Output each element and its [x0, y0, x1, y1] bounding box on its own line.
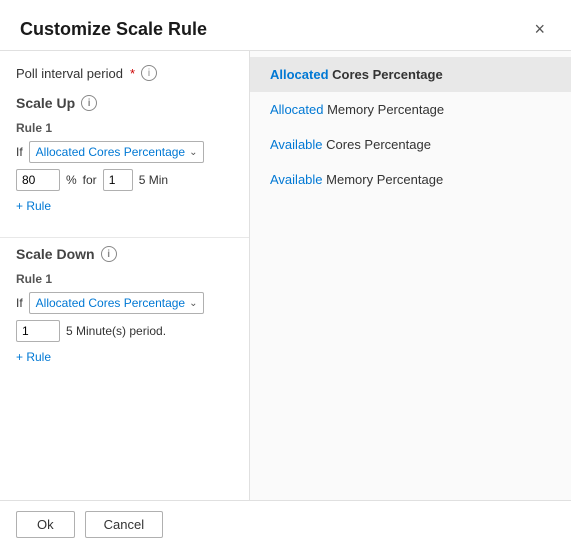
- scale-up-value-input[interactable]: [16, 169, 60, 191]
- scale-up-dropdown-value: Allocated Cores Percentage: [36, 145, 185, 159]
- poll-interval-label: Poll interval period: [16, 66, 123, 81]
- left-panel: Poll interval period * i Scale Up i Rule…: [0, 51, 250, 500]
- scale-up-dropdown[interactable]: Allocated Cores Percentage ⌄: [29, 141, 205, 163]
- scale-down-if-label: If: [16, 296, 23, 310]
- option-highlight: Available: [270, 137, 323, 152]
- dropdown-option-available-cores[interactable]: Available Cores Percentage: [250, 127, 571, 162]
- dropdown-option-available-memory[interactable]: Available Memory Percentage: [250, 162, 571, 197]
- scale-up-if-label: If: [16, 145, 23, 159]
- scale-up-dropdown-chevron: ⌄: [189, 147, 197, 158]
- scale-up-pct-label: %: [66, 173, 77, 187]
- scale-up-title: Scale Up i: [16, 95, 233, 111]
- scale-down-rule1-row: If Allocated Cores Percentage ⌄: [16, 292, 233, 314]
- poll-interval-info-icon: i: [141, 65, 157, 81]
- dialog-header: Customize Scale Rule ×: [0, 0, 571, 51]
- scale-up-add-rule-button[interactable]: + Rule: [16, 199, 51, 213]
- scale-down-dropdown-chevron: ⌄: [189, 298, 197, 309]
- option-highlight: Available: [270, 172, 323, 187]
- scale-up-section: Scale Up i Rule 1 If Allocated Cores Per…: [0, 95, 249, 229]
- scale-up-input-row: % for 5 Min: [16, 169, 233, 191]
- right-panel: Allocated Cores PercentageAllocated Memo…: [250, 51, 571, 500]
- scale-up-info-icon: i: [81, 95, 97, 111]
- dropdown-option-allocated-memory[interactable]: Allocated Memory Percentage: [250, 92, 571, 127]
- option-highlight: Allocated: [270, 67, 329, 82]
- dialog-title: Customize Scale Rule: [20, 19, 207, 40]
- scale-down-add-rule-button[interactable]: + Rule: [16, 350, 51, 364]
- scale-down-value-input[interactable]: [16, 320, 60, 342]
- scale-up-rule1-label: Rule 1: [16, 121, 233, 135]
- scale-down-period-label: 5 Minute(s) period.: [66, 324, 166, 338]
- ok-button[interactable]: Ok: [16, 511, 75, 538]
- dropdown-options-list: Allocated Cores PercentageAllocated Memo…: [250, 51, 571, 203]
- scale-down-info-icon: i: [101, 246, 117, 262]
- scale-down-section: Scale Down i Rule 1 If Allocated Cores P…: [0, 246, 249, 380]
- scale-down-input-row: 5 Minute(s) period.: [16, 320, 233, 342]
- option-highlight: Allocated: [270, 102, 323, 117]
- poll-interval-row: Poll interval period * i: [0, 65, 249, 95]
- scale-up-min-label: 5 Min: [139, 173, 168, 187]
- dialog-body: Poll interval period * i Scale Up i Rule…: [0, 51, 571, 500]
- dropdown-option-allocated-cores[interactable]: Allocated Cores Percentage: [250, 57, 571, 92]
- scale-down-dropdown[interactable]: Allocated Cores Percentage ⌄: [29, 292, 205, 314]
- scale-up-for-label: for: [83, 173, 97, 187]
- scale-down-title: Scale Down i: [16, 246, 233, 262]
- scale-down-dropdown-value: Allocated Cores Percentage: [36, 296, 185, 310]
- cancel-button[interactable]: Cancel: [85, 511, 163, 538]
- required-indicator: *: [130, 66, 135, 81]
- scale-up-duration-input[interactable]: [103, 169, 133, 191]
- dialog-footer: Ok Cancel: [0, 500, 571, 548]
- scale-down-rule1-label: Rule 1: [16, 272, 233, 286]
- customize-scale-rule-dialog: Customize Scale Rule × Poll interval per…: [0, 0, 571, 548]
- scale-up-rule1-row: If Allocated Cores Percentage ⌄: [16, 141, 233, 163]
- close-button[interactable]: ×: [528, 18, 551, 40]
